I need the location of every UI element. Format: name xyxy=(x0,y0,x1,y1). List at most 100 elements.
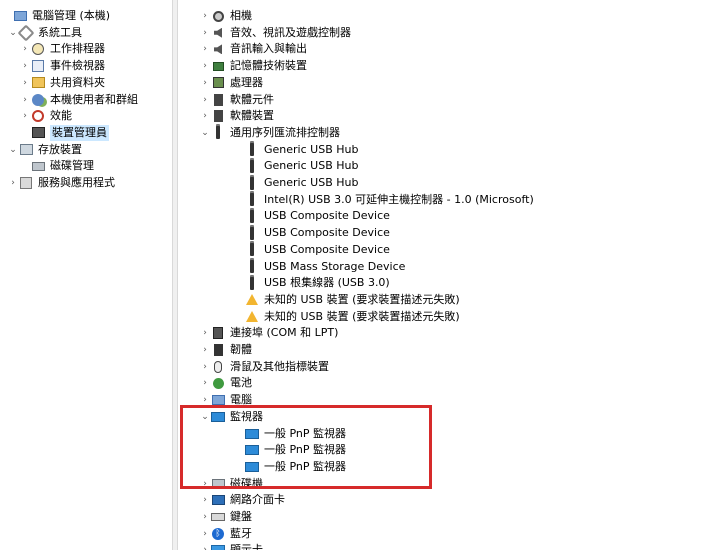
device-node-27[interactable]: 一般 PnP 監視器 xyxy=(234,459,346,475)
expand-arrow-icon[interactable]: › xyxy=(200,526,210,542)
nav-item-0[interactable]: 電腦管理 (本機) xyxy=(2,8,110,24)
expand-arrow-icon[interactable]: › xyxy=(20,75,30,91)
device-node-1[interactable]: › 音效、視訊及遊戲控制器 xyxy=(200,25,351,41)
device-node-9[interactable]: Generic USB Hub xyxy=(234,158,358,174)
device-node-31[interactable]: › ᛒ 藍牙 xyxy=(200,526,252,542)
device-node-20[interactable]: › 韌體 xyxy=(200,342,252,358)
device-node-2[interactable]: › 音訊輸入與輸出 xyxy=(200,41,307,57)
collapse-arrow-icon[interactable]: ⌄ xyxy=(200,409,210,425)
device-node-15[interactable]: USB Mass Storage Device xyxy=(234,259,405,275)
nav-item-5[interactable]: › 本機使用者和群組 xyxy=(20,92,138,108)
device-node-22[interactable]: › 電池 xyxy=(200,375,252,391)
device-node-5[interactable]: › 軟體元件 xyxy=(200,92,274,108)
device-node-16[interactable]: USB 根集線器 (USB 3.0) xyxy=(234,275,390,291)
device-node-14-label: USB Composite Device xyxy=(264,242,390,256)
usb-icon xyxy=(244,175,260,191)
device-node-18-label: 未知的 USB 裝置 (要求裝置描述元失敗) xyxy=(264,309,460,323)
device-node-12[interactable]: USB Composite Device xyxy=(234,208,390,224)
expand-arrow-icon[interactable]: › xyxy=(200,392,210,408)
device-node-23-label: 電腦 xyxy=(230,393,252,407)
device-node-0-label: 相機 xyxy=(230,9,252,22)
shared-folder-icon-shape xyxy=(31,77,45,89)
device-node-0[interactable]: › 相機 xyxy=(200,8,252,24)
expand-arrow-icon[interactable]: › xyxy=(200,58,210,74)
firmware-icon-shape xyxy=(213,344,223,356)
expand-arrow-icon[interactable]: › xyxy=(200,92,210,108)
device-node-18[interactable]: 未知的 USB 裝置 (要求裝置描述元失敗) xyxy=(234,309,460,325)
device-node-11-label: Intel(R) USB 3.0 可延伸主機控制器 - 1.0 (Microso… xyxy=(264,192,534,206)
expand-arrow-icon[interactable]: › xyxy=(200,542,210,550)
display-adapter-icon-shape xyxy=(211,545,225,550)
device-node-19[interactable]: › 連接埠 (COM 和 LPT) xyxy=(200,325,338,341)
nav-item-10[interactable]: › 服務與應用程式 xyxy=(8,175,115,191)
expand-arrow-icon[interactable]: › xyxy=(200,509,210,525)
device-node-24-label: 監視器 xyxy=(230,409,263,423)
device-node-29-label: 網路介面卡 xyxy=(230,493,285,507)
nav-item-2-label: 工作排程器 xyxy=(50,42,105,56)
nav-item-7[interactable]: 裝置管理員 xyxy=(20,124,109,141)
expand-arrow-icon[interactable]: › xyxy=(200,359,210,375)
expand-arrow-icon[interactable]: › xyxy=(200,342,210,358)
nav-item-4[interactable]: › 共用資料夾 xyxy=(20,75,105,91)
display-adapter-icon xyxy=(210,542,226,550)
mouse-icon-shape xyxy=(214,360,222,373)
no-arrow xyxy=(2,8,12,24)
device-node-21[interactable]: › 滑鼠及其他指標裝置 xyxy=(200,359,329,375)
performance-icon xyxy=(30,108,46,124)
no-arrow xyxy=(234,442,244,458)
usb-icon xyxy=(244,142,260,158)
collapse-arrow-icon[interactable]: ⌄ xyxy=(8,142,18,158)
keyboard-icon xyxy=(210,509,226,525)
expand-arrow-icon[interactable]: › xyxy=(200,375,210,391)
device-node-17[interactable]: 未知的 USB 裝置 (要求裝置描述元失敗) xyxy=(234,292,460,308)
device-node-3[interactable]: › 記憶體技術裝置 xyxy=(200,58,307,74)
usb-icon xyxy=(244,242,260,258)
collapse-arrow-icon[interactable]: ⌄ xyxy=(200,125,210,141)
expand-arrow-icon[interactable]: › xyxy=(200,25,210,41)
expand-arrow-icon[interactable]: › xyxy=(200,108,210,124)
device-node-6[interactable]: › 軟體裝置 xyxy=(200,108,274,124)
no-arrow xyxy=(20,125,30,141)
nav-item-9[interactable]: 磁碟管理 xyxy=(20,158,94,174)
nav-item-6-label: 效能 xyxy=(50,109,72,123)
device-node-26[interactable]: 一般 PnP 監視器 xyxy=(234,442,346,458)
expand-arrow-icon[interactable]: › xyxy=(200,41,210,57)
device-node-29[interactable]: › 網路介面卡 xyxy=(200,492,285,508)
expand-arrow-icon[interactable]: › xyxy=(200,325,210,341)
device-node-4[interactable]: › 處理器 xyxy=(200,75,263,91)
device-node-14[interactable]: USB Composite Device xyxy=(234,242,390,258)
device-node-30[interactable]: › 鍵盤 xyxy=(200,509,252,525)
device-node-23[interactable]: › 電腦 xyxy=(200,392,252,408)
device-node-8[interactable]: Generic USB Hub xyxy=(234,142,358,158)
expand-arrow-icon[interactable]: › xyxy=(200,492,210,508)
collapse-arrow-icon[interactable]: ⌄ xyxy=(8,25,18,41)
no-arrow xyxy=(234,142,244,158)
device-node-13[interactable]: USB Composite Device xyxy=(234,225,390,241)
no-arrow xyxy=(234,225,244,241)
nav-item-3[interactable]: › 事件檢視器 xyxy=(20,58,105,74)
device-node-7[interactable]: ⌄ 通用序列匯流排控制器 xyxy=(200,125,340,141)
device-node-24[interactable]: ⌄ 監視器 xyxy=(200,409,263,425)
expand-arrow-icon[interactable]: › xyxy=(20,92,30,108)
device-node-28[interactable]: › 磁碟機 xyxy=(200,476,263,492)
nav-item-6[interactable]: › 效能 xyxy=(20,108,72,124)
expand-arrow-icon[interactable]: › xyxy=(20,58,30,74)
device-node-32[interactable]: › 顯示卡 xyxy=(200,542,263,550)
expand-arrow-icon[interactable]: › xyxy=(8,175,18,191)
device-node-25[interactable]: 一般 PnP 監視器 xyxy=(234,426,346,442)
usb-icon-shape xyxy=(216,126,220,140)
expand-arrow-icon[interactable]: › xyxy=(200,476,210,492)
device-node-10-label: Generic USB Hub xyxy=(264,176,359,189)
usb-icon-shape xyxy=(250,143,254,157)
nav-item-2[interactable]: › 工作排程器 xyxy=(20,41,105,57)
battery-icon-shape xyxy=(212,377,224,389)
nav-item-1[interactable]: ⌄ 系統工具 xyxy=(8,24,82,42)
device-node-10[interactable]: Generic USB Hub xyxy=(234,175,358,191)
nav-item-8[interactable]: ⌄ 存放裝置 xyxy=(8,142,82,158)
expand-arrow-icon[interactable]: › xyxy=(20,41,30,57)
expand-arrow-icon[interactable]: › xyxy=(200,8,210,24)
no-arrow xyxy=(234,242,244,258)
expand-arrow-icon[interactable]: › xyxy=(20,108,30,124)
device-node-11[interactable]: Intel(R) USB 3.0 可延伸主機控制器 - 1.0 (Microso… xyxy=(234,192,534,208)
expand-arrow-icon[interactable]: › xyxy=(200,75,210,91)
